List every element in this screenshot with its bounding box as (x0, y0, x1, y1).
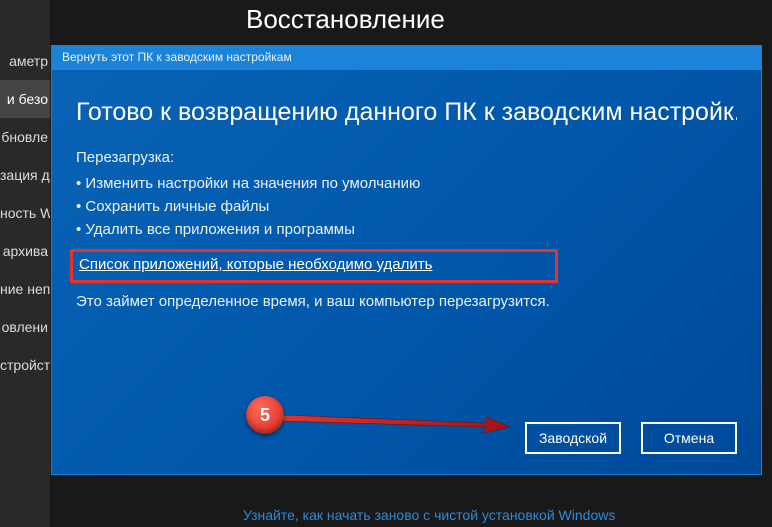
page-title: Восстановление (246, 4, 445, 35)
dialog-button-row: Заводской Отмена (525, 422, 737, 454)
annotation-highlight: Список приложений, которые необходимо уд… (70, 249, 558, 283)
sidebar-item[interactable]: зация д (0, 156, 50, 194)
sidebar-item[interactable]: ние неп (0, 270, 50, 308)
sidebar-item[interactable]: аметр (0, 42, 50, 80)
reset-actions-list: Изменить настройки на значения по умолча… (76, 172, 737, 241)
apps-to-remove-link[interactable]: Список приложений, которые необходимо уд… (79, 256, 432, 273)
sidebar-item[interactable]: архива (0, 232, 50, 270)
list-item: Изменить настройки на значения по умолча… (76, 172, 737, 195)
dialog-subheading: Перезагрузка: (76, 149, 737, 166)
list-item: Удалить все приложения и программы (76, 218, 737, 241)
factory-reset-button[interactable]: Заводской (525, 422, 621, 454)
settings-sidebar: аметр и безо бновле зация д ность W архи… (0, 0, 50, 527)
reset-pc-dialog: Вернуть этот ПК к заводским настройкам Г… (51, 45, 762, 475)
dialog-heading: Готово к возвращению данного ПК к заводс… (76, 98, 737, 127)
dialog-note: Это займет определенное время, и ваш ком… (76, 293, 737, 310)
clean-install-link[interactable]: Узнайте, как начать заново с чистой уста… (243, 507, 615, 523)
sidebar-item[interactable]: стройсті (0, 346, 50, 384)
dialog-body: Готово к возвращению данного ПК к заводс… (52, 70, 761, 474)
sidebar-item[interactable]: бновле (0, 118, 50, 156)
list-item: Сохранить личные файлы (76, 195, 737, 218)
annotation-step-badge: 5 (246, 396, 284, 434)
sidebar-item[interactable]: и безо (0, 80, 50, 118)
sidebar-item[interactable]: овлени (0, 308, 50, 346)
dialog-titlebar: Вернуть этот ПК к заводским настройкам (52, 46, 761, 70)
cancel-button[interactable]: Отмена (641, 422, 737, 454)
sidebar-item[interactable]: ность W (0, 194, 50, 232)
